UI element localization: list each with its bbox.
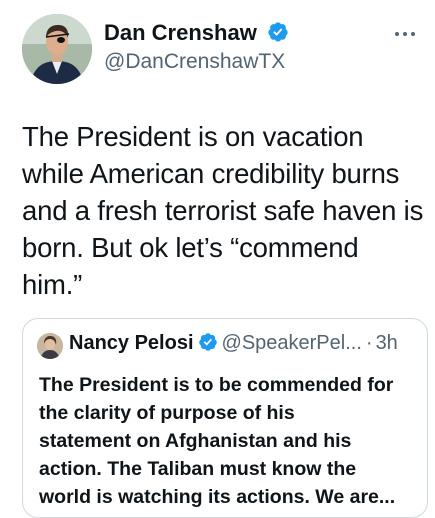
quoted-text-line: the clarity of purpose of his — [39, 402, 295, 424]
tweet-text-line: while American credibility burns — [22, 158, 400, 189]
tweet-text: The President is on vacation while Ameri… — [22, 118, 432, 303]
author-name-text[interactable]: Dan Crenshaw — [104, 20, 257, 45]
quoted-tweet-header: Nancy Pelosi @SpeakerPel... · 3h — [69, 332, 398, 358]
quoted-author-name[interactable]: Nancy Pelosi — [69, 332, 194, 354]
quoted-author-avatar — [37, 333, 63, 359]
author-avatar[interactable] — [22, 14, 92, 84]
tweet-text-line: and a fresh terrorist safe haven is — [22, 195, 424, 226]
verified-badge-icon — [198, 332, 218, 358]
verified-badge-icon — [267, 21, 289, 49]
tweet-text-line: The President is on vacation — [22, 121, 364, 152]
separator-dot: · — [365, 332, 373, 354]
quoted-tweet-time[interactable]: 3h — [376, 332, 398, 354]
quoted-text-line: statement on Afghanistan and his — [39, 430, 352, 452]
quoted-tweet[interactable]: Nancy Pelosi @SpeakerPel... · 3h The Presi… — [22, 318, 428, 518]
author-handle[interactable]: @DanCrenshawTX — [104, 50, 285, 74]
tweet-text-line: born. But ok let’s “commend — [22, 232, 359, 263]
quoted-text-line: action. The Taliban must know the — [39, 458, 357, 480]
tweet-text-line: him.” — [22, 269, 83, 300]
more-horizontal-icon[interactable] — [393, 26, 417, 36]
quoted-author-handle[interactable]: @SpeakerPel... — [222, 332, 362, 354]
quoted-text-line: world is watching its actions. We are... — [39, 486, 396, 508]
quoted-text-line: The President is to be commended for — [39, 374, 394, 396]
quoted-tweet-text: The President is to be commended for the… — [39, 371, 419, 511]
tweet: Dan Crenshaw @DanCrenshawTX The Presiden… — [0, 0, 435, 518]
author-name[interactable]: Dan Crenshaw — [104, 20, 289, 49]
